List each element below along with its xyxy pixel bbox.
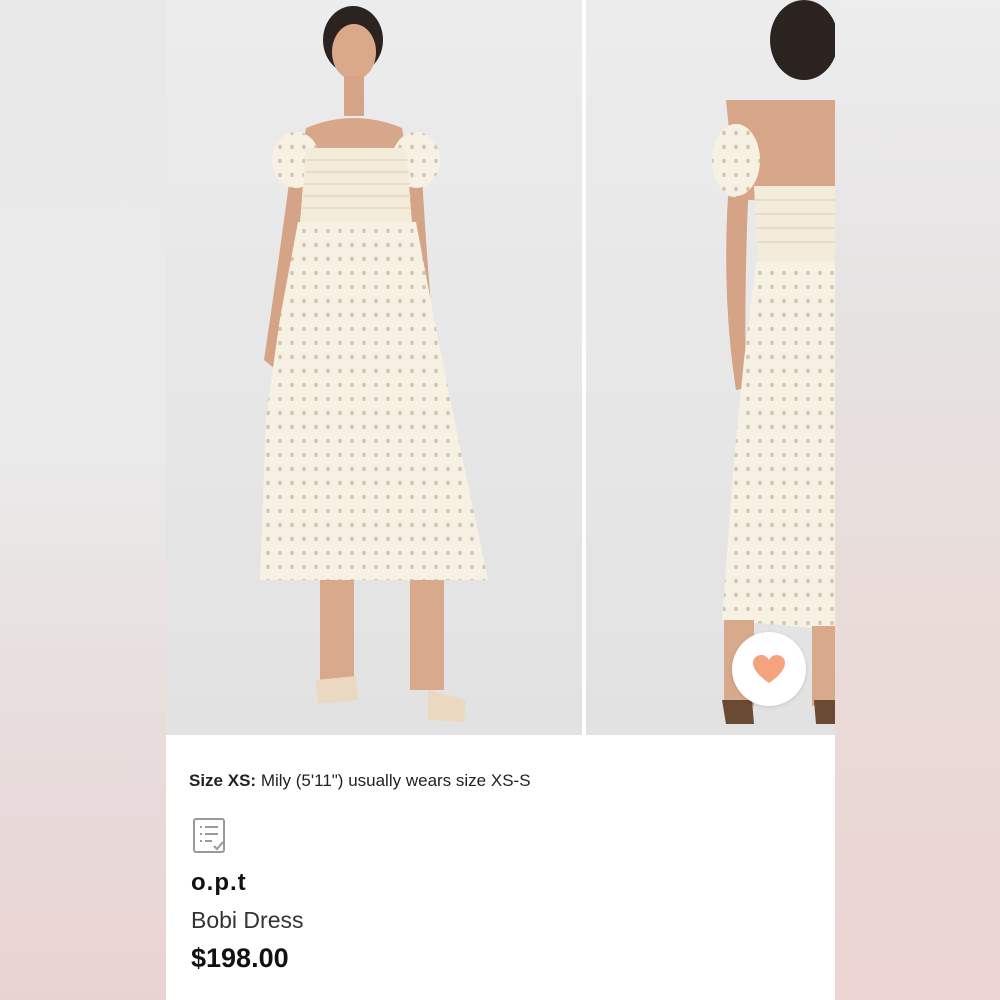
size-note: Size XS: Mily (5'11") usually wears size… (189, 771, 531, 791)
blurred-background-left (0, 0, 166, 1000)
product-price: $198.00 (191, 943, 289, 973)
product-photo-back[interactable] (586, 0, 835, 735)
size-label: Size XS: (189, 771, 257, 790)
product-photo-front[interactable] (166, 0, 582, 735)
product-title: Bobi Dress (191, 907, 304, 933)
blurred-background-right (835, 0, 1000, 1000)
favorite-button[interactable] (732, 632, 806, 706)
product-card: Size XS: Mily (5'11") usually wears size… (166, 0, 835, 1000)
list-check-icon[interactable] (192, 817, 228, 855)
heart-icon (753, 655, 785, 683)
product-gallery (166, 0, 835, 735)
product-info: Size XS: Mily (5'11") usually wears size… (166, 735, 835, 1000)
size-text: Mily (5'11") usually wears size XS-S (260, 771, 531, 790)
model-front-image (260, 6, 488, 722)
model-back-image (712, 0, 835, 724)
brand-name[interactable]: o.p.t (191, 869, 247, 897)
page: Size XS: Mily (5'11") usually wears size… (0, 0, 1000, 1000)
